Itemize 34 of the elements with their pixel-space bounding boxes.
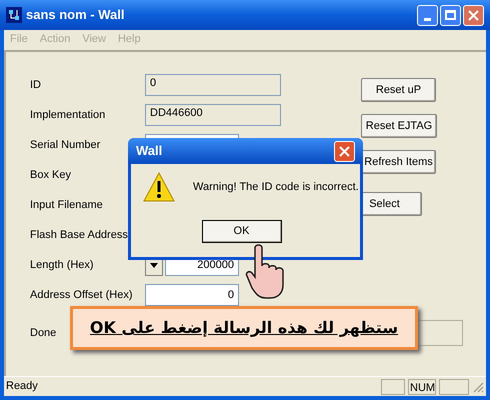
field-label: Flash Base Address xyxy=(30,228,128,241)
minimize-button[interactable] xyxy=(417,4,438,26)
maximize-button[interactable] xyxy=(440,4,461,26)
field-label: Box Key xyxy=(30,168,71,181)
close-icon xyxy=(339,146,350,156)
field-label: Length (Hex) xyxy=(30,258,94,271)
ok-button[interactable]: OK xyxy=(202,220,282,243)
status-pane xyxy=(439,378,469,394)
close-button[interactable] xyxy=(334,140,355,162)
close-button[interactable] xyxy=(463,4,484,26)
field-label: Address Offset (Hex) xyxy=(30,288,132,301)
status-text: Ready xyxy=(6,379,39,394)
warning-icon xyxy=(143,172,175,202)
window-title: sans nom - Wall xyxy=(26,6,124,24)
push-button[interactable]: Reset uP xyxy=(361,78,436,102)
close-icon xyxy=(468,10,479,20)
caret-icon xyxy=(150,262,158,268)
status-indicator: NUM xyxy=(408,378,436,394)
status-pane xyxy=(381,378,405,394)
readonly-field[interactable]: DD446600 xyxy=(145,104,281,126)
hand-cursor-icon xyxy=(245,244,287,300)
field-label: ID xyxy=(30,78,41,91)
field-label: Input Filename xyxy=(30,198,103,211)
dialog-title: Wall xyxy=(136,142,162,160)
push-button[interactable]: Refresh Items xyxy=(361,150,436,174)
field-label: Implementation xyxy=(30,108,106,121)
push-button[interactable]: Reset EJTAG xyxy=(361,114,437,138)
size-grip-icon xyxy=(472,380,484,392)
field-label: Serial Number xyxy=(30,138,100,151)
dialog-message: Warning! The ID code is incorrect. xyxy=(193,180,359,195)
field-label: Done xyxy=(30,326,56,339)
readonly-field[interactable]: 0 xyxy=(145,74,281,96)
input-field[interactable]: 0 xyxy=(145,284,239,306)
app-icon xyxy=(6,7,22,23)
